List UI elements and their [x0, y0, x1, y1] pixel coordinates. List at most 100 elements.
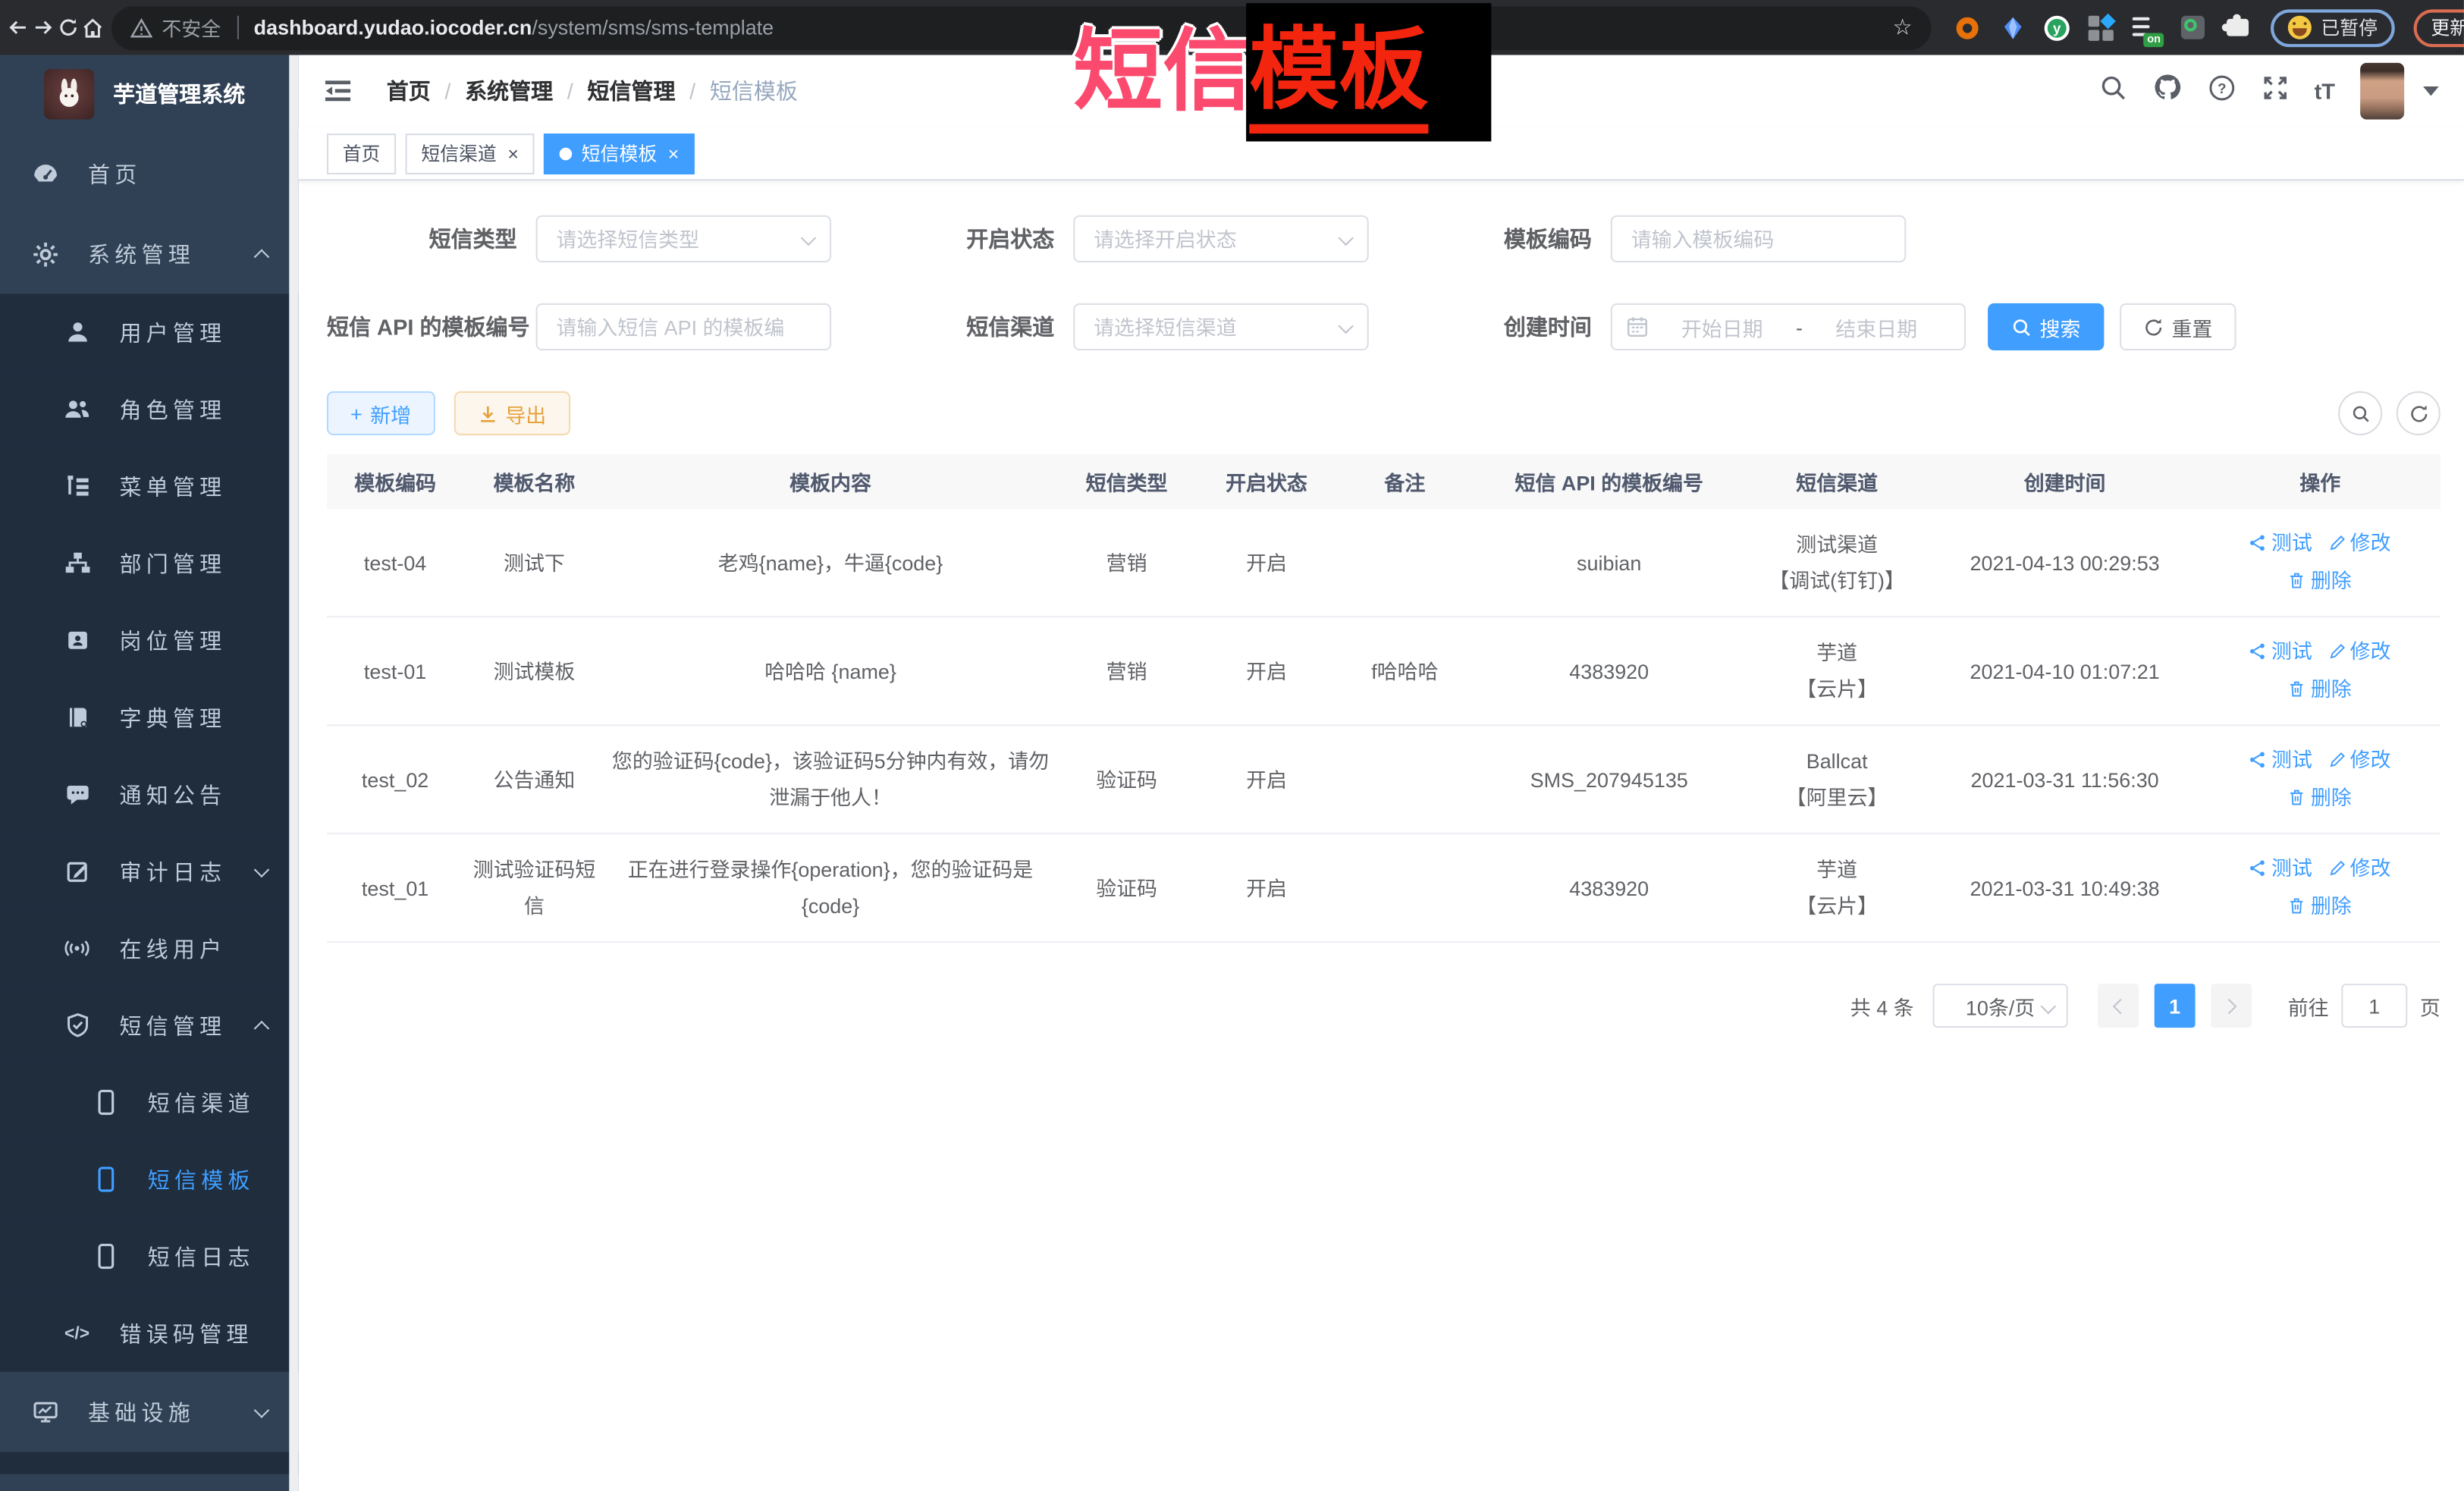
col-template-content: 模板内容 [605, 454, 1056, 510]
sidebar-item-home[interactable]: 首页 [0, 133, 299, 214]
extension-list-on-icon[interactable]: on [2133, 14, 2161, 42]
sidebar-item-dict-mgmt[interactable]: 字典管理 [0, 679, 299, 756]
sidebar-item-sms-mgmt[interactable]: 短信管理 [0, 987, 299, 1064]
template-code-input[interactable] [1611, 215, 1907, 262]
sidebar-item-online-users[interactable]: 在线用户 [0, 910, 299, 987]
start-date-placeholder[interactable]: 开始日期 [1649, 312, 1796, 341]
delete-link[interactable]: 删除 [2289, 780, 2352, 816]
help-icon[interactable]: ? [2208, 73, 2236, 109]
tab-home[interactable]: 首页 [327, 133, 396, 174]
add-button[interactable]: + 新增 [327, 391, 435, 435]
delete-link[interactable]: 删除 [2289, 563, 2352, 599]
extension-grid-icon[interactable] [2087, 14, 2115, 42]
sidebar-item-system[interactable]: 系统管理 [0, 214, 299, 294]
browser-forward-button[interactable] [30, 5, 55, 49]
github-icon[interactable] [2152, 72, 2182, 110]
page-size-select[interactable]: 10条/页 [1932, 984, 2067, 1028]
delete-link[interactable]: 删除 [2289, 671, 2352, 708]
extension-orange-icon[interactable] [1953, 14, 1981, 42]
refresh-icon [2408, 403, 2428, 423]
sidebar-item-audit-log[interactable]: 审计日志 [0, 833, 299, 910]
extension-y-icon[interactable]: y [2045, 15, 2070, 40]
col-actions: 操作 [2200, 454, 2440, 510]
avatar-caret-down-icon[interactable] [2423, 86, 2439, 96]
user-avatar[interactable] [2360, 63, 2404, 120]
sidebar-item-menu-mgmt[interactable]: 菜单管理 [0, 448, 299, 526]
extension-scope-icon[interactable] [2178, 14, 2206, 42]
next-page-button[interactable] [2211, 984, 2252, 1028]
status-select[interactable] [1073, 215, 1369, 262]
active-tab-dot [560, 147, 573, 160]
sidebar-collapse-button[interactable] [324, 79, 352, 104]
goto-page-input[interactable] [2341, 984, 2407, 1028]
sidebar-scrollbar[interactable] [289, 55, 298, 1491]
browser-update-button[interactable]: 更新 ⋮ [2414, 8, 2464, 46]
export-button[interactable]: 导出 [454, 391, 570, 435]
tab-sms-template[interactable]: 短信模板 × [544, 133, 695, 174]
search-icon[interactable] [2099, 73, 2127, 109]
share-icon [2249, 534, 2267, 551]
test-link[interactable]: 测试 [2249, 633, 2312, 670]
prev-page-button[interactable] [2098, 984, 2139, 1028]
extensions-puzzle-icon[interactable] [2224, 14, 2252, 42]
refresh-table-button[interactable] [2397, 391, 2440, 435]
delete-link[interactable]: 删除 [2289, 888, 2352, 924]
sidebar-item-user-mgmt[interactable]: 用户管理 [0, 293, 299, 371]
url-divider [237, 16, 238, 39]
online-signal-icon [63, 934, 91, 962]
chevron-up-icon [254, 250, 270, 265]
browser-back-button[interactable] [5, 5, 30, 49]
sidebar-item-post-mgmt[interactable]: 岗位管理 [0, 602, 299, 680]
font-size-icon[interactable]: tT [2315, 79, 2335, 104]
browser-home-button[interactable] [80, 5, 105, 49]
edit-link[interactable]: 修改 [2328, 850, 2391, 887]
col-template-name: 模板名称 [463, 454, 604, 510]
current-page-button[interactable]: 1 [2155, 984, 2196, 1028]
security-label: 不安全 [162, 13, 221, 42]
search-icon [2011, 317, 2032, 337]
edit-link[interactable]: 修改 [2328, 633, 2391, 670]
search-button[interactable]: 搜索 [1988, 303, 2104, 350]
edit-icon [2328, 534, 2346, 551]
close-icon[interactable]: × [507, 143, 519, 165]
app-logo-row[interactable]: 芋道管理系统 [0, 55, 299, 134]
date-range-picker[interactable]: 开始日期 - 结束日期 [1611, 303, 1966, 350]
fullscreen-icon[interactable] [2261, 73, 2289, 109]
sidebar-item-infra[interactable]: 基础设施 [0, 1372, 299, 1452]
close-icon[interactable]: × [668, 143, 680, 165]
col-api-template-id: 短信 API 的模板编号 [1474, 454, 1744, 510]
chevron-down-icon [2041, 999, 2057, 1015]
sidebar-item-role-mgmt[interactable]: 角色管理 [0, 371, 299, 448]
badge-icon [63, 626, 91, 654]
svg-text:?: ? [2218, 80, 2226, 96]
test-link[interactable]: 测试 [2249, 525, 2312, 561]
reset-button[interactable]: 重置 [2120, 303, 2236, 350]
extension-gem-icon[interactable] [1999, 14, 2027, 42]
end-date-placeholder[interactable]: 结束日期 [1803, 312, 1950, 341]
api-template-id-input[interactable] [536, 303, 832, 350]
breadcrumb-sms[interactable]: 短信管理 [587, 75, 675, 106]
channel-select[interactable] [1073, 303, 1369, 350]
test-link[interactable]: 测试 [2249, 850, 2312, 887]
toggle-search-button[interactable] [2338, 391, 2382, 435]
bookmark-star-icon[interactable]: ☆ [1893, 14, 1913, 41]
sidebar-item-dept-mgmt[interactable]: 部门管理 [0, 525, 299, 602]
filter-row-2: 短信 API 的模板编号 短信渠道 创建时间 [327, 303, 2440, 350]
sidebar-item-sms-log[interactable]: 短信日志 [0, 1218, 299, 1295]
sidebar-item-errcode-mgmt[interactable]: </> 错误码管理 [0, 1295, 299, 1372]
profile-paused-badge[interactable]: 已暂停 [2271, 8, 2395, 46]
edit-link[interactable]: 修改 [2328, 742, 2391, 778]
sms-type-select[interactable] [536, 215, 832, 262]
breadcrumb-home[interactable]: 首页 [387, 75, 431, 106]
breadcrumb-system[interactable]: 系统管理 [465, 75, 553, 106]
sidebar-item-sms-channel[interactable]: 短信渠道 [0, 1064, 299, 1141]
address-bar[interactable]: 不安全 dashboard.yudao.iocoder.cn/system/sm… [111, 5, 1931, 49]
tab-sms-channel[interactable]: 短信渠道 × [406, 133, 535, 174]
sidebar-item-sms-template[interactable]: 短信模板 [0, 1141, 299, 1218]
browser-reload-button[interactable] [55, 5, 80, 49]
test-link[interactable]: 测试 [2249, 742, 2312, 778]
filter-template-code: 模板编码 [1401, 215, 1906, 262]
sidebar-item-notice-mgmt[interactable]: 通知公告 [0, 756, 299, 833]
edit-link[interactable]: 修改 [2328, 525, 2391, 561]
trash-icon [2289, 572, 2306, 589]
